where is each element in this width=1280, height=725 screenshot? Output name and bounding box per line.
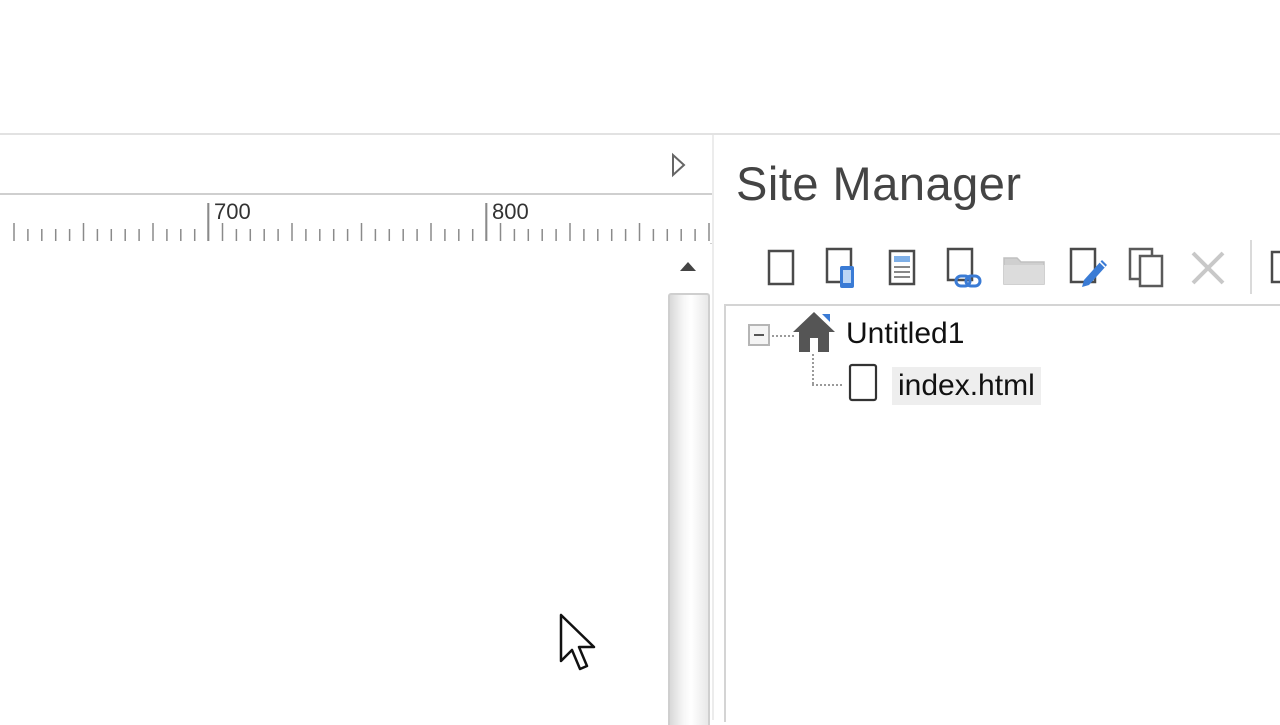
ruler-label-800: 800 xyxy=(492,199,529,224)
tree-root-label: Untitled1 xyxy=(846,316,965,350)
site-manager-toolbar xyxy=(756,240,1280,296)
more-icon[interactable] xyxy=(1258,240,1280,296)
page-icon xyxy=(846,362,880,409)
tree-connector xyxy=(812,354,814,384)
tree-page-row[interactable]: index.html xyxy=(846,362,1041,409)
tree-root-row[interactable]: Untitled1 xyxy=(790,308,964,359)
site-tree: Untitled1 index.html xyxy=(724,304,1280,722)
new-folder-icon[interactable] xyxy=(1000,240,1048,296)
tree-page-label[interactable]: index.html xyxy=(892,366,1041,405)
scroll-thumb[interactable] xyxy=(668,293,710,725)
add-link-icon[interactable] xyxy=(940,240,988,296)
collapse-tree-icon[interactable] xyxy=(748,324,770,346)
scroll-up-icon[interactable] xyxy=(674,251,702,281)
duplicate-page-icon[interactable] xyxy=(1124,240,1172,296)
mouse-cursor-icon xyxy=(558,612,598,681)
edit-page-icon[interactable] xyxy=(1064,240,1112,296)
top-blank-area xyxy=(0,0,1280,133)
horizontal-ruler: 700 800 xyxy=(0,193,712,244)
site-manager-title: Site Manager xyxy=(736,157,1022,210)
vertical-scrollbar[interactable] xyxy=(666,243,710,725)
home-icon xyxy=(790,308,838,359)
panel-separator[interactable] xyxy=(712,135,714,720)
new-mobile-page-icon[interactable] xyxy=(818,240,866,296)
new-page-icon[interactable] xyxy=(756,240,804,296)
toolbar-separator xyxy=(1250,240,1252,294)
collapse-panel-icon[interactable] xyxy=(670,152,688,178)
ruler-label-700: 700 xyxy=(214,199,251,224)
delete-icon[interactable] xyxy=(1184,240,1232,296)
new-template-icon[interactable] xyxy=(878,240,926,296)
tree-connector xyxy=(812,384,842,386)
top-divider xyxy=(0,133,1280,135)
